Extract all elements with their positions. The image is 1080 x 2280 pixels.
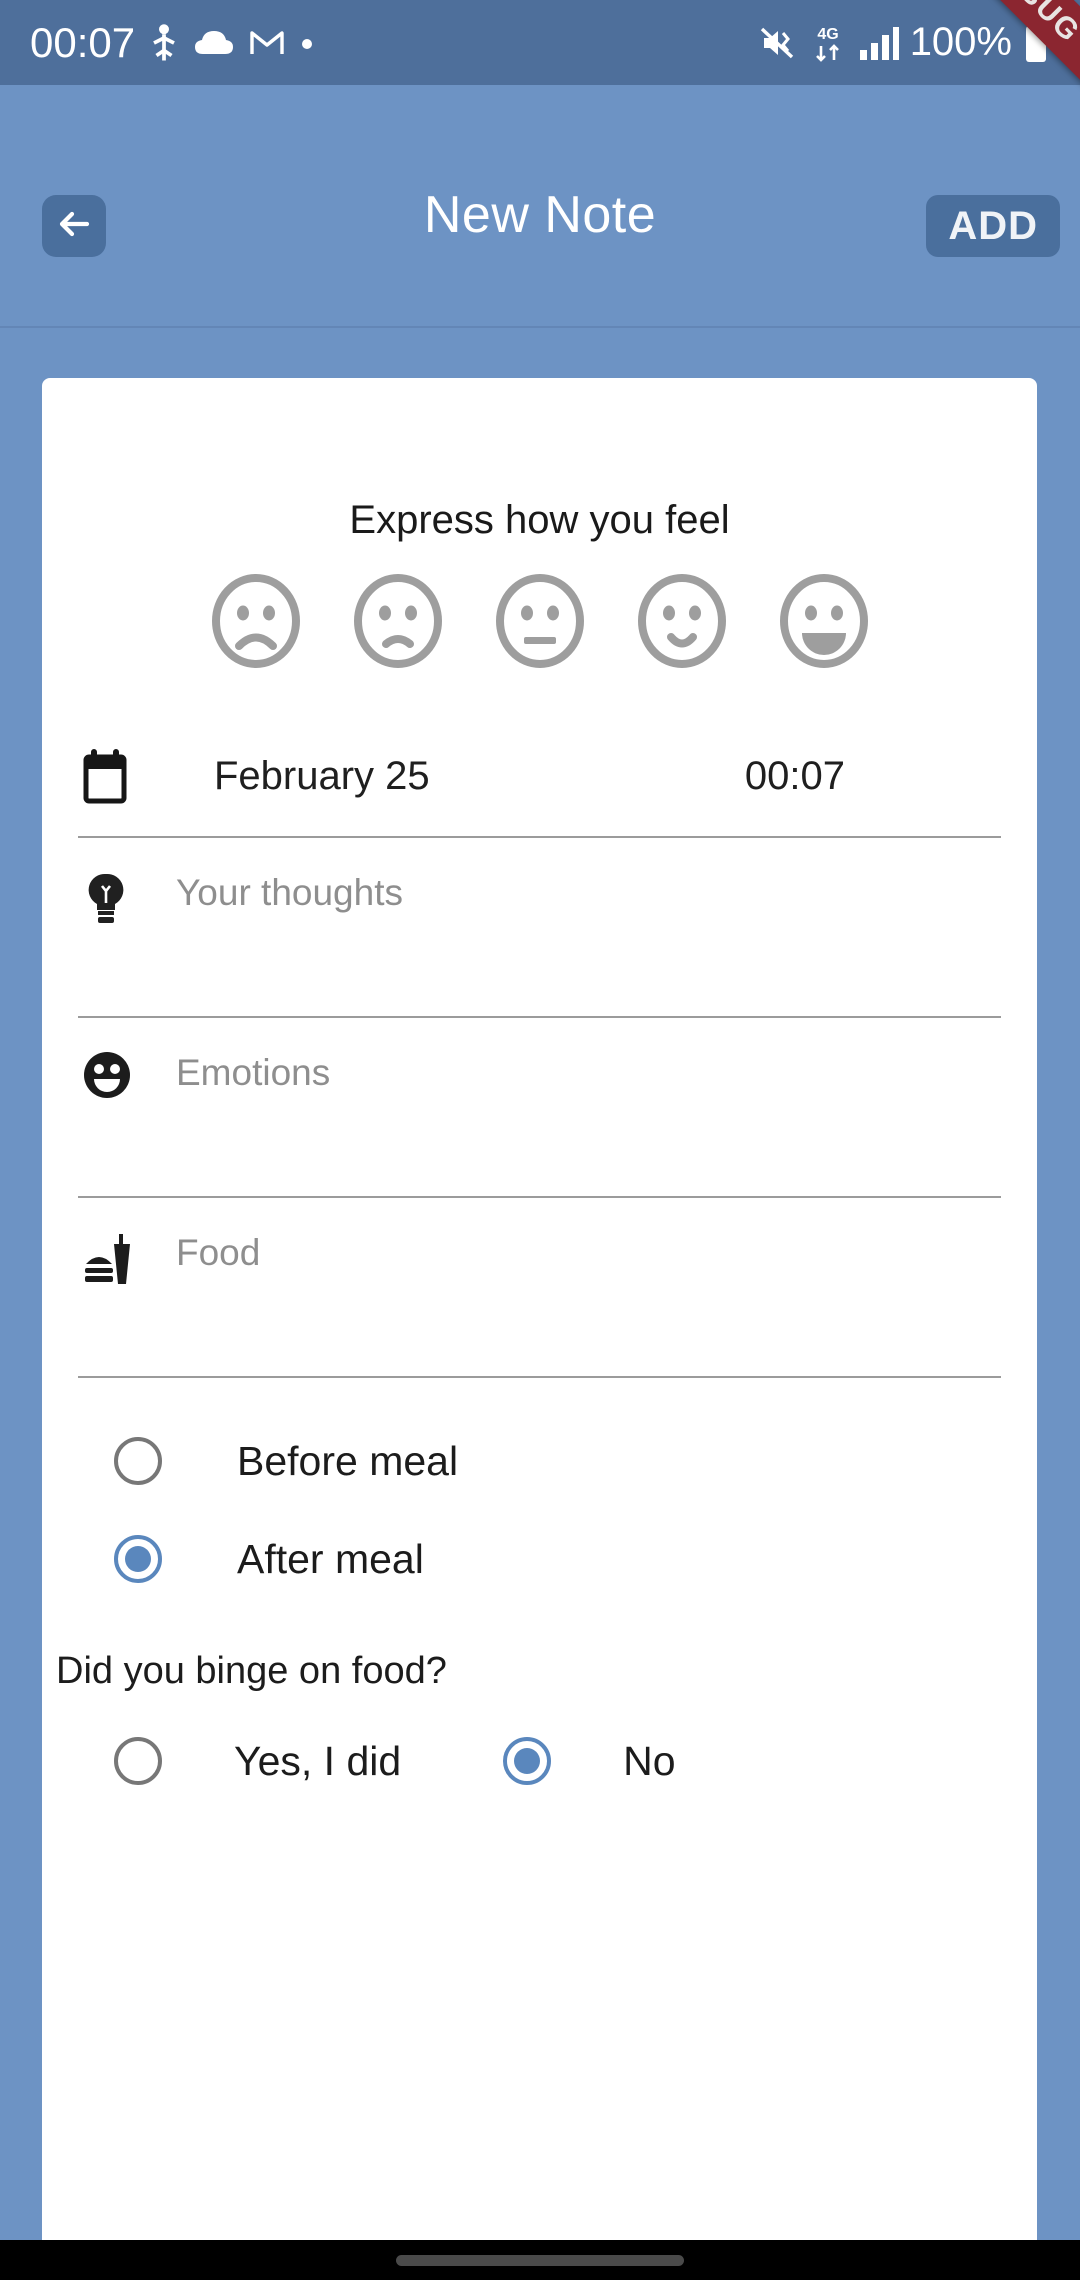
mood-face-happy[interactable] [774,571,874,676]
fast-food-icon [82,1228,156,1286]
page-title: New Note [423,186,657,244]
mood-face-neutral[interactable] [490,571,590,676]
radio-binge-yes[interactable]: Yes, I did [42,1713,401,1809]
lightbulb-icon [82,868,156,926]
radio-binge-no-indicator[interactable] [503,1737,552,1785]
dot-icon [299,35,315,51]
emotions-placeholder: Emotions [176,1052,331,1093]
battery-percent-label: 100% [909,20,1012,64]
mood-face-sad[interactable] [348,571,448,676]
radio-before-meal-indicator[interactable] [114,1437,162,1485]
time-value[interactable]: 00:07 [745,754,845,799]
mood-section-title: Express how you feel [349,498,730,542]
phone-screen: 00:07 4G 100% New Note ADD Express how y… [0,0,1080,2280]
radio-after-meal-indicator[interactable] [114,1535,162,1583]
radio-after-meal[interactable]: After meal [42,1510,1037,1608]
system-navigation-bar [0,2240,1080,2280]
radio-after-meal-label: After meal [237,1535,424,1582]
mute-vibrate-icon [758,23,798,63]
home-indicator[interactable] [396,2254,684,2266]
radio-before-meal[interactable]: Before meal [42,1412,1037,1510]
add-button-label: ADD [948,203,1038,248]
date-time-section: February 25 00:07 [42,716,1037,838]
status-bar-left: 00:07 [30,19,315,67]
date-time-row[interactable]: February 25 00:07 [74,716,1005,836]
meal-timing-radio-group: Before meal After meal [42,1378,1037,1608]
mood-face-very-sad[interactable] [206,571,306,676]
radio-binge-no[interactable]: No [503,1713,676,1809]
status-bar: 00:07 4G 100% [0,0,1080,85]
calendar-icon [82,748,156,804]
status-bar-right: 4G 100% [758,20,1050,65]
date-value[interactable]: February 25 [214,754,430,799]
binge-question-label: Did you binge on food? [56,1650,447,1692]
usb-debug-icon [149,23,179,63]
thoughts-section: Your thoughts [42,838,1037,1018]
emotions-input-row[interactable]: Emotions [74,1018,1005,1196]
cloud-icon [193,28,235,58]
food-section: Food [42,1198,1037,1378]
binge-radio-group: Yes, I did No [42,1713,1037,1809]
radio-binge-yes-label: Yes, I did [234,1737,402,1784]
signal-bars-icon [858,24,900,62]
thoughts-input-row[interactable]: Your thoughts [74,838,1005,1016]
data-transfer-icon: 4G [808,22,848,64]
svg-text:4G: 4G [817,26,838,43]
smiley-face-icon [82,1048,156,1100]
status-clock: 00:07 [30,18,136,66]
mood-selector [42,571,1037,676]
mood-face-slightly-happy[interactable] [632,571,732,676]
app-bar: New Note ADD [0,85,1080,328]
food-input-row[interactable]: Food [74,1198,1005,1376]
thoughts-placeholder: Your thoughts [176,872,403,913]
note-form-card: Express how you feel February 25 00:07 Y… [42,378,1037,2240]
add-button[interactable]: ADD [926,195,1060,257]
food-placeholder: Food [176,1232,261,1273]
radio-before-meal-label: Before meal [237,1437,459,1484]
radio-binge-no-label: No [623,1737,676,1784]
emotions-section: Emotions [42,1018,1037,1198]
radio-binge-yes-indicator[interactable] [114,1737,162,1785]
gmail-icon [249,28,285,58]
